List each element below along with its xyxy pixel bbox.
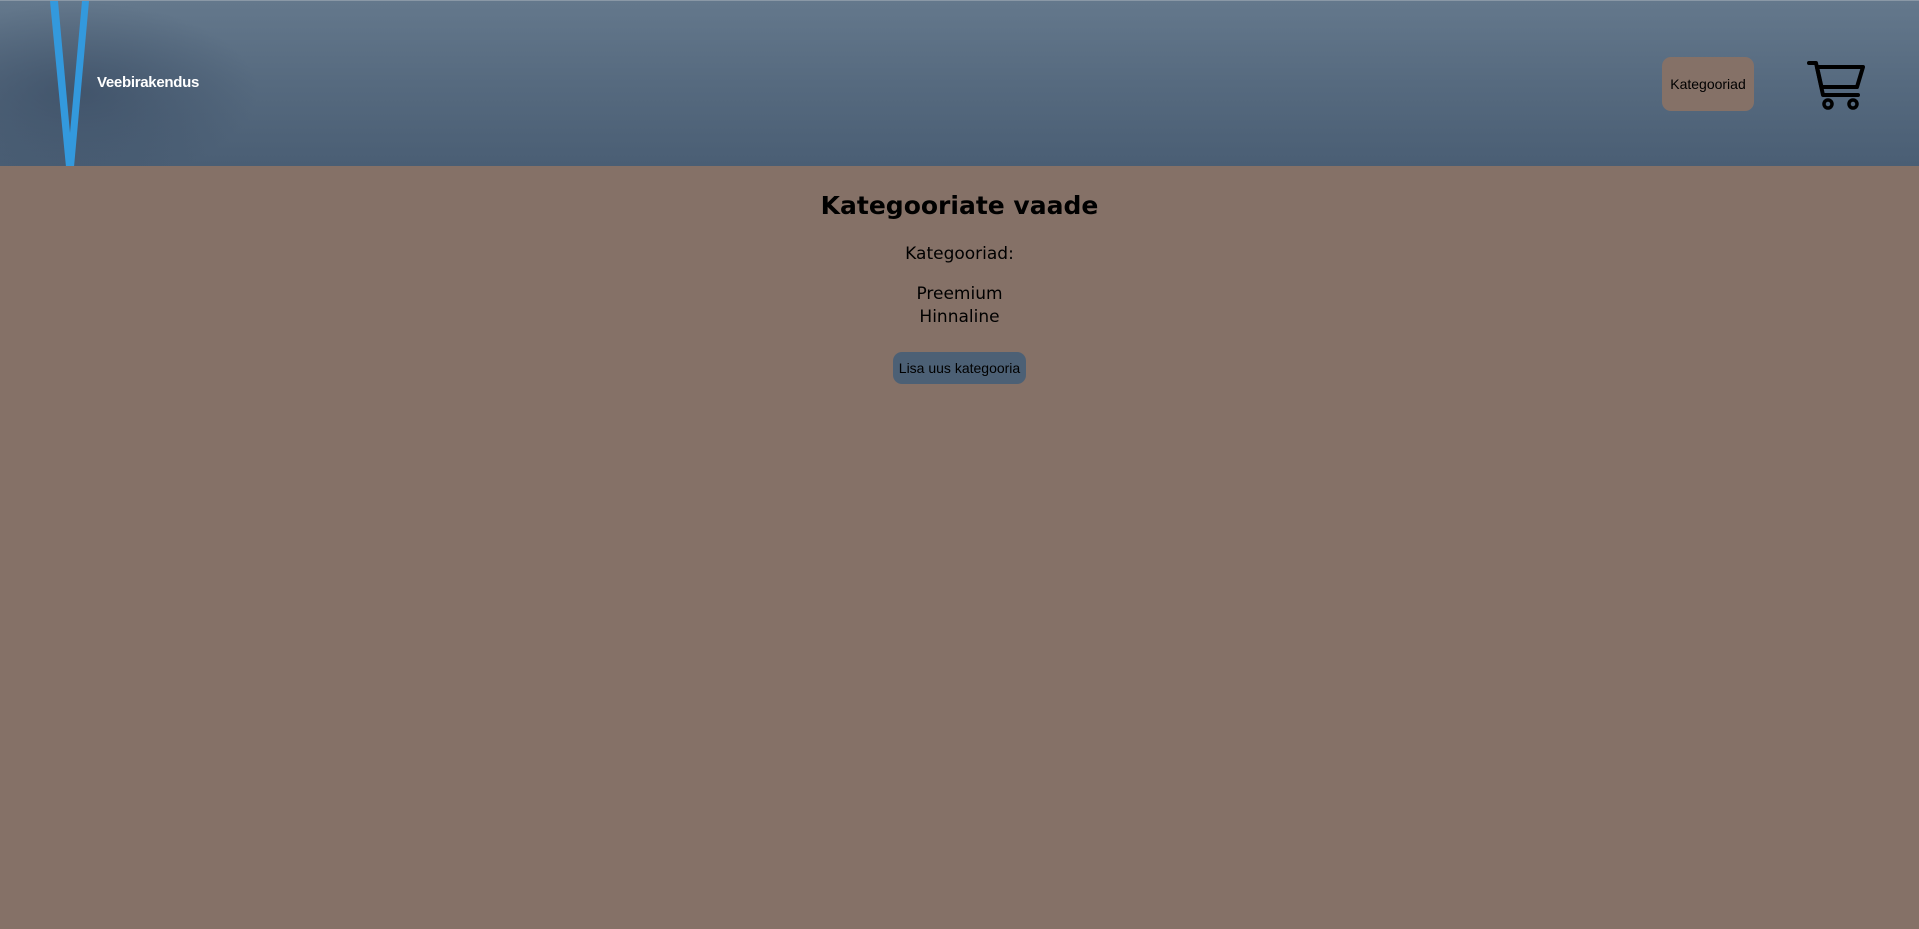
logo-link[interactable]: Veebirakendus: [0, 1, 260, 166]
category-item: Preemium: [916, 284, 1003, 304]
categories-label: Kategooriad:: [905, 244, 1014, 264]
category-list: Preemium Hinnaline: [0, 283, 1919, 329]
cart-button[interactable]: [1806, 57, 1866, 111]
shopping-cart-icon: [1807, 61, 1865, 110]
logo-text: Veebirakendus: [97, 74, 199, 91]
site-header: Veebirakendus Kategooriad: [0, 0, 1919, 166]
main-content: Kategooriate vaade Kategooriad: Preemium…: [0, 166, 1919, 384]
page-title: Kategooriate vaade: [820, 191, 1099, 220]
add-category-button[interactable]: Lisa uus kategooria: [892, 352, 1027, 384]
category-item: Hinnaline: [919, 307, 1000, 327]
logo-v-icon: [50, 1, 89, 166]
nav-categories-button[interactable]: Kategooriad: [1662, 57, 1754, 111]
